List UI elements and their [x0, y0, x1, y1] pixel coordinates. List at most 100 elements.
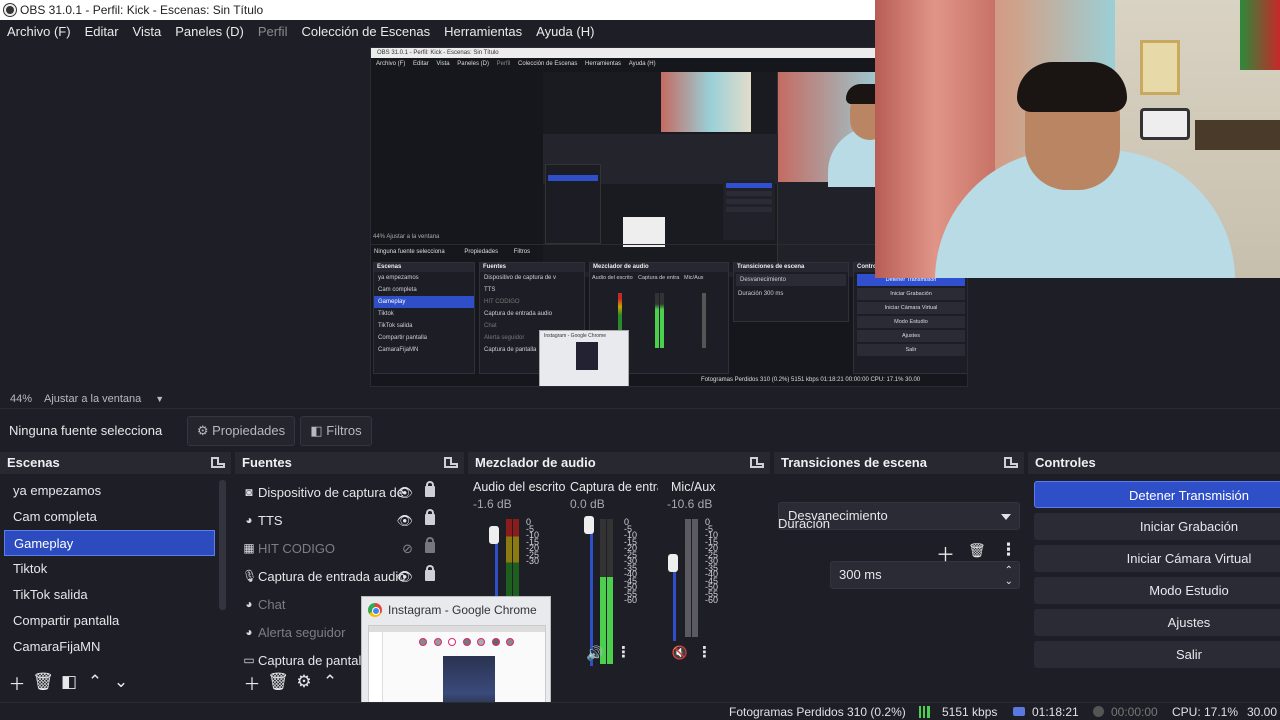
- menu-archivo[interactable]: Archivo (F): [0, 24, 78, 39]
- menu-ayuda[interactable]: Ayuda (H): [529, 24, 601, 39]
- nested-menu-item: Paneles (D): [457, 61, 489, 67]
- zoom-mode-select[interactable]: Ajustar a la ventana: [44, 393, 141, 405]
- source-item[interactable]: ◕ TTS 👁: [239, 506, 447, 534]
- undock-icon[interactable]: [444, 457, 458, 468]
- lock-icon[interactable]: [425, 481, 435, 497]
- menu-editar[interactable]: Editar: [78, 24, 126, 39]
- speaker-muted-icon[interactable]: 🔇: [669, 642, 691, 664]
- stop-stream-button[interactable]: Detener Transmisión: [1034, 481, 1280, 508]
- cpu-usage: CPU: 17.1%: [1172, 705, 1239, 719]
- source-item[interactable]: ◙ Dispositivo de captura de v 👁: [239, 478, 447, 506]
- window-title: OBS 31.0.1 - Perfil: Kick - Escenas: Sin…: [20, 3, 264, 17]
- eye-icon[interactable]: 👁: [396, 513, 413, 529]
- menu-herramientas[interactable]: Herramientas: [437, 24, 529, 39]
- menu-perfil[interactable]: Perfil: [251, 24, 295, 39]
- nested-controls-dock: Controles Detener Transmisión Iniciar Gr…: [853, 262, 967, 374]
- move-down-icon[interactable]: ⌄: [108, 672, 134, 692]
- volume-slider-track[interactable]: [673, 569, 676, 641]
- tick-label: -30: [526, 556, 540, 566]
- volume-slider-handle[interactable]: [668, 554, 678, 572]
- menu-coleccion-escenas[interactable]: Colección de Escenas: [294, 24, 437, 39]
- settings-button[interactable]: Ajustes: [1034, 609, 1280, 636]
- tick-label: -60: [705, 595, 719, 605]
- lock-icon[interactable]: [425, 565, 435, 581]
- scene-item[interactable]: ya empezamos: [4, 478, 215, 504]
- fps: 30.00: [1247, 705, 1278, 719]
- studio-mode-button[interactable]: Modo Estudio: [1034, 577, 1280, 604]
- add-icon[interactable]: ＋: [936, 540, 955, 567]
- bitrate: 5151 kbps: [942, 705, 998, 719]
- controls-dock-header: Controles: [1028, 452, 1280, 474]
- nested-scenes-title: Escenas: [374, 263, 474, 272]
- scenes-dock: Escenas ya empezamos Cam completa Gamepl…: [0, 452, 231, 697]
- start-recording-button[interactable]: Iniciar Grabación: [1034, 513, 1280, 540]
- undock-icon[interactable]: [1004, 457, 1018, 468]
- source-item[interactable]: 🎙 Captura de entrada audio 👁: [239, 562, 447, 590]
- trash-icon[interactable]: 🗑: [968, 542, 986, 559]
- nested-scene-item: Gameplay: [374, 296, 474, 308]
- start-virtual-camera-button[interactable]: Iniciar Cámara Virtual: [1034, 545, 1280, 572]
- filters-label: Filtros: [326, 423, 362, 438]
- eye-icon[interactable]: 👁: [396, 569, 413, 585]
- filter-icon: ◧: [310, 423, 323, 438]
- menu-vista[interactable]: Vista: [126, 24, 169, 39]
- add-icon[interactable]: ＋: [4, 670, 30, 695]
- trash-icon[interactable]: 🗑: [30, 672, 56, 692]
- exit-button[interactable]: Salir: [1034, 641, 1280, 668]
- move-up-icon[interactable]: ⌃: [82, 672, 108, 692]
- menu-paneles[interactable]: Paneles (D): [168, 24, 251, 39]
- chevron-down-icon[interactable]: ▼: [155, 394, 164, 404]
- scene-filter-icon[interactable]: ◧: [56, 672, 82, 692]
- nested-meter: [660, 293, 664, 348]
- scene-item[interactable]: TikTok salida: [4, 582, 215, 608]
- level-meter: [692, 519, 698, 637]
- speaker-icon[interactable]: 🔊: [584, 642, 606, 664]
- nested-source-label: Ninguna fuente selecciona: [374, 249, 445, 255]
- duration-spinbox[interactable]: 300 ms ⌃ ⌄: [830, 561, 1020, 589]
- scene-item[interactable]: Gameplay: [4, 530, 215, 556]
- nested-scene-item: TikTok salida: [378, 323, 413, 329]
- eye-hidden-icon[interactable]: ⊘: [402, 541, 413, 557]
- webcam-picture-frame: [1140, 40, 1180, 95]
- nested-scene-item: Tiktok: [378, 311, 394, 317]
- source-item[interactable]: ▦ HIT CODIGO ⊘: [239, 534, 447, 562]
- webcam-feed: [875, 0, 1280, 278]
- meter-scale: 0 -5 -10 -15 -20 -25 -30 -35 -40 -45 -50…: [624, 518, 637, 604]
- gear-icon[interactable]: ⚙: [291, 672, 317, 692]
- sources-dock-header: Fuentes: [235, 452, 464, 474]
- nested-chrome-popup: Instagram - Google Chrome: [539, 330, 629, 386]
- add-icon[interactable]: ＋: [239, 670, 265, 695]
- chrome-icon: [368, 603, 382, 617]
- spin-down-icon[interactable]: ⌄: [1005, 569, 1013, 595]
- properties-button[interactable]: ⚙ Propiedades: [187, 416, 295, 446]
- scene-item[interactable]: Cam completa: [4, 504, 215, 530]
- volume-slider-handle[interactable]: [489, 526, 499, 544]
- status-bar: Fotogramas Perdidos 310 (0.2%) 5151 kbps…: [0, 702, 1280, 720]
- kebab-menu-icon[interactable]: ⋮: [616, 642, 631, 664]
- level-meter: [607, 519, 613, 664]
- nested-webcam-thumb: [661, 72, 751, 132]
- scene-item[interactable]: Compartir pantalla: [4, 608, 215, 634]
- source-label: Alerta seguidor: [258, 624, 346, 640]
- scenes-scrollbar[interactable]: [219, 480, 226, 610]
- lock-icon[interactable]: [425, 537, 435, 553]
- scene-item[interactable]: CamaraFijaMN: [4, 634, 215, 660]
- volume-slider-handle[interactable]: [584, 516, 594, 534]
- nested-chrome-thumb: [576, 342, 598, 370]
- kebab-menu-icon[interactable]: ⋮: [1000, 540, 1017, 560]
- lock-icon[interactable]: [425, 509, 435, 525]
- nested-source-item: Captura de entrada audio: [484, 311, 553, 317]
- channel-name: Audio del escrito: [473, 480, 565, 494]
- undock-icon[interactable]: [750, 457, 764, 468]
- filters-button[interactable]: ◧ Filtros: [300, 416, 372, 446]
- trash-icon[interactable]: 🗑: [265, 672, 291, 692]
- nested-source-item: Dispositivo de captura de v: [484, 275, 557, 281]
- nested-source-item: TTS: [484, 287, 496, 293]
- scene-item[interactable]: Tiktok: [4, 556, 215, 582]
- kebab-menu-icon[interactable]: ⋮: [697, 642, 712, 664]
- undock-icon[interactable]: [211, 457, 225, 468]
- move-up-icon[interactable]: ⌃: [317, 672, 343, 692]
- source-selection-label: Ninguna fuente selecciona: [9, 423, 163, 438]
- eye-icon[interactable]: 👁: [396, 485, 413, 501]
- nested-mixer-title: Mezclador de audio: [590, 263, 728, 272]
